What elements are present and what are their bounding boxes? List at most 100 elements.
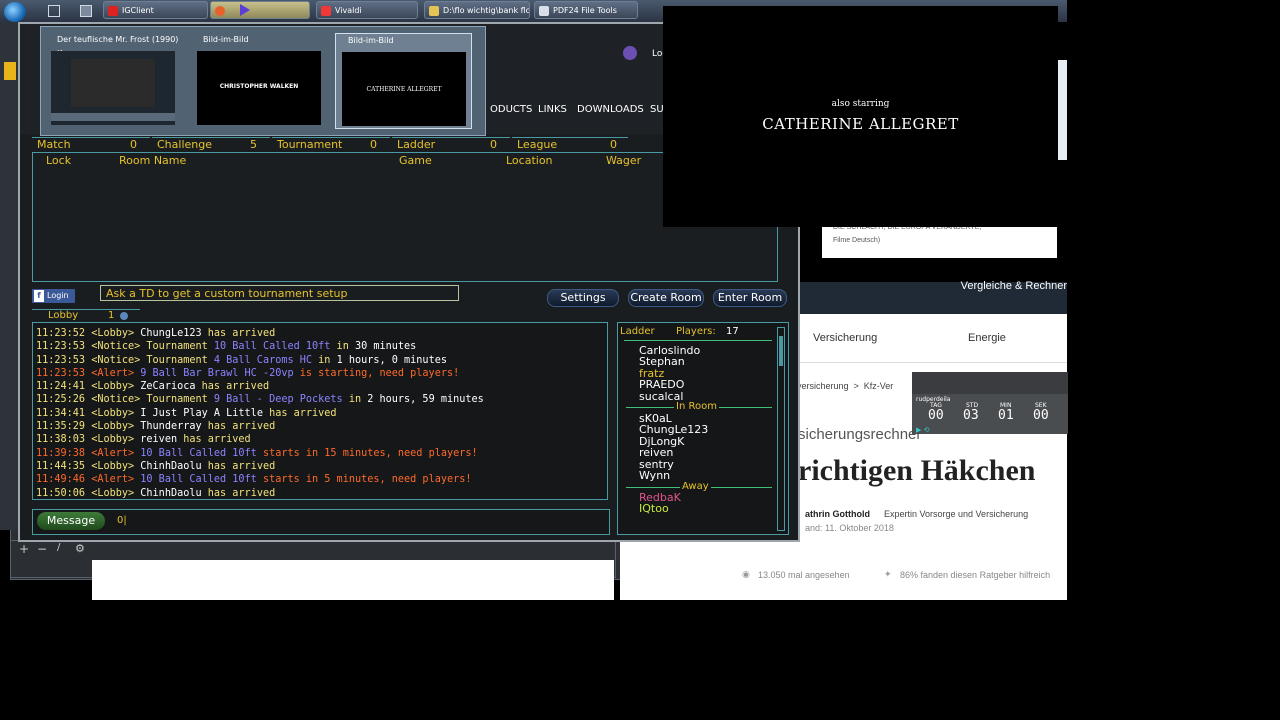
chat-text: in — [330, 341, 355, 353]
taskbar-item-vivaldi[interactable]: Vivaldi — [316, 1, 418, 19]
tab-tournament[interactable]: Tournament 0 — [272, 137, 390, 152]
chat-text: I Just Play A Little — [140, 407, 263, 419]
taskbar-item-igclient[interactable]: IGClient — [103, 1, 208, 19]
countdown-timer[interactable]: rudperdeila TAG STD MIN SEK 00 03 01 00 … — [912, 372, 1068, 434]
chat-text: has arrived — [201, 421, 276, 433]
create-room-button[interactable]: Create Room — [628, 289, 704, 307]
thumbnail-title: Bild-im-Bild — [203, 35, 249, 44]
col-location[interactable]: Location — [506, 154, 553, 167]
in-room-players: sK0aL ChungLe123 DjLongK reiven sentry Wynn — [639, 413, 708, 482]
scroll-thumb[interactable] — [779, 336, 783, 366]
picture-in-picture-video[interactable]: also starring CATHERINE ALLEGRET — [663, 6, 1058, 227]
chat-text: 1 hours, 0 minutes — [336, 354, 447, 366]
in-room-label: In Room — [674, 401, 719, 412]
chat-text: has arrived — [201, 460, 276, 472]
col-game[interactable]: Game — [399, 154, 432, 167]
video-caption-box: DIE SCHLACHT, DIE EUROPA VERÄNDERTE, Fil… — [822, 224, 1057, 258]
timer-top-row — [912, 372, 1068, 394]
view-count: 13.050 mal angesehen — [758, 570, 850, 580]
chat-text: is starting, need players! — [293, 367, 460, 379]
taskbar-item-explorer[interactable]: D:\flo wichtig\bank flo — [424, 1, 530, 19]
tab-label: League — [517, 138, 558, 151]
chat-time: 11:44:35 — [36, 460, 92, 472]
player-name[interactable]: reiven — [639, 447, 708, 459]
taskbar-item-firefox[interactable] — [210, 1, 310, 19]
thumbnail-caption: CATHERINE ALLEGRET — [366, 86, 442, 93]
enter-room-button[interactable]: Enter Room — [713, 289, 787, 307]
message-button[interactable]: Message — [37, 512, 105, 530]
chat-type: <Lobby> — [91, 381, 141, 393]
settings-button[interactable]: Settings — [547, 289, 619, 307]
thumbnail-title: Bild-im-Bild — [348, 36, 394, 45]
chat-line: 11:44:35 <Lobby> ChinhDaolu has arrived — [36, 460, 607, 473]
add-icon[interactable]: + — [19, 542, 29, 556]
author-name[interactable]: athrin Gotthold — [805, 509, 870, 519]
player-list-scrollbar[interactable] — [777, 327, 785, 531]
col-lock[interactable]: Lock — [46, 154, 71, 167]
chat-text: 10 Ball Called 10ft — [140, 447, 257, 459]
page-headline: richtigen Häkchen — [798, 454, 1036, 487]
chat-type: <Alert> — [91, 447, 141, 459]
start-button[interactable] — [4, 2, 26, 22]
chat-time: 11:23:53 — [36, 341, 92, 353]
thumbnail-main-window[interactable]: Der teuflische Mr. Frost (1990) K... — [45, 33, 180, 127]
chat-text: in — [342, 394, 368, 406]
nav-links[interactable]: LINKS — [538, 104, 567, 115]
col-wager[interactable]: Wager — [606, 154, 641, 167]
facebook-login-button[interactable]: f Login — [32, 289, 75, 303]
task-label: D:\flo wichtig\bank flo — [443, 6, 530, 15]
tab-challenge[interactable]: Challenge 5 — [152, 137, 270, 152]
message-input[interactable]: 0| — [117, 515, 127, 526]
taskbar-item-pdf24[interactable]: PDF24 File Tools — [534, 1, 638, 19]
lower-white-area — [92, 560, 614, 600]
chat-tab-lobby[interactable]: Lobby 1 — [32, 309, 140, 323]
tip-text: Ask a TD to get a custom tournament setu… — [106, 287, 348, 300]
thumbnail-pip-2[interactable]: Bild-im-Bild CATHERINE ALLEGRET — [335, 33, 472, 129]
player-name[interactable]: IQtoo — [639, 503, 681, 515]
show-desktop-icon[interactable] — [48, 5, 60, 17]
players-label: Players: — [676, 326, 716, 337]
timer-controls-icon[interactable]: ▶ ⟲ — [916, 426, 929, 434]
nav-energie[interactable]: Energie — [968, 332, 1006, 344]
chat-text: has arrived — [262, 407, 337, 419]
nav-downloads[interactable]: DOWNLOADS — [577, 104, 644, 115]
tab-league[interactable]: League 0 — [512, 137, 628, 152]
nav-products[interactable]: ODUCTS — [490, 104, 532, 115]
minus-icon[interactable]: − — [37, 542, 47, 556]
chat-type: <Lobby> — [91, 487, 141, 499]
timer-days: 00 — [928, 408, 944, 423]
chat-text: has arrived — [201, 328, 276, 339]
chat-line: 11:23:52 <Lobby> ChungLe123 has arrived — [36, 327, 607, 340]
breadcrumb[interactable]: oversicherung > Kfz-Ver — [792, 381, 893, 391]
chat-text: has arrived — [201, 487, 276, 499]
chat-time: 11:24:41 — [36, 381, 92, 393]
task-label: Vivaldi — [335, 6, 362, 15]
ladder-label[interactable]: Ladder — [620, 326, 655, 337]
settings-gear-icon[interactable]: ⚙ — [75, 542, 85, 555]
facebook-icon: f — [34, 290, 44, 302]
avatar-icon[interactable] — [623, 46, 637, 60]
chat-line: 11:39:38 <Alert> 10 Ball Called 10ft sta… — [36, 447, 607, 460]
tab-match[interactable]: Match 0 — [32, 137, 150, 152]
player-name[interactable]: Wynn — [639, 470, 708, 482]
chat-text: ChinhDaolu — [140, 487, 202, 499]
vergleiche-link[interactable]: Vergleiche & Rechner — [961, 280, 1067, 292]
tab-ladder[interactable]: Ladder 0 — [392, 137, 510, 152]
nav-versicherung[interactable]: Versicherung — [813, 332, 877, 344]
window-switch-icon[interactable] — [80, 5, 92, 17]
thumbnail-pip-1[interactable]: Bild-im-Bild CHRISTOPHER WALKEN — [191, 33, 326, 127]
chat-tab-close-icon[interactable] — [120, 312, 128, 320]
chat-type: <Notice> — [91, 394, 147, 406]
chat-text: Tournament — [146, 394, 214, 406]
edit-icon[interactable]: / — [57, 542, 60, 553]
chat-text: Tournament — [146, 354, 214, 366]
player-name[interactable]: PRAEDO — [639, 379, 700, 391]
chat-type: <Lobby> — [91, 407, 141, 419]
author-role: Expertin Vorsorge und Versicherung — [884, 509, 1029, 519]
col-room-name[interactable]: Room Name — [119, 154, 186, 167]
side-arrow-icon[interactable] — [4, 62, 16, 80]
thumbnail-caption: CHRISTOPHER WALKEN — [219, 83, 299, 90]
chat-time: 11:23:53 — [36, 367, 92, 379]
chat-log[interactable]: 11:23:52 <Lobby> ChungLe123 has arrived 1… — [32, 322, 608, 500]
chat-type: <Lobby> — [91, 460, 141, 472]
